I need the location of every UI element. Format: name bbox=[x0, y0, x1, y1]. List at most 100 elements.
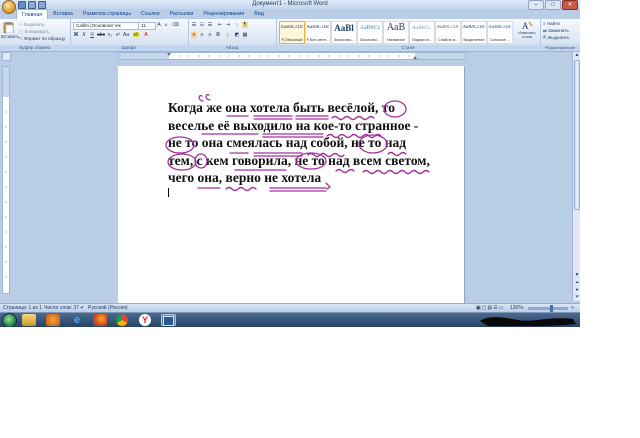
increase-indent-icon[interactable]: ⇥ bbox=[225, 22, 231, 28]
grow-font-icon[interactable]: A bbox=[156, 22, 162, 28]
replace-button[interactable]: ⇄ Заменить bbox=[543, 28, 569, 34]
document-body[interactable]: Когда же она хотела быть весёлой, то вес… bbox=[168, 99, 448, 187]
draft-icon[interactable]: ▭ bbox=[499, 305, 505, 311]
document-page[interactable]: Когда же она хотела быть весёлой, то вес… bbox=[118, 66, 464, 304]
multilevel-list-icon[interactable]: ☰ bbox=[207, 22, 213, 28]
browse-object-icon[interactable]: ● bbox=[573, 287, 580, 294]
style-heading-1[interactable]: AaBl Заголово... bbox=[331, 21, 357, 44]
next-page-icon[interactable]: ⏷ bbox=[573, 294, 580, 301]
find-button[interactable]: ⌕ Найти bbox=[543, 21, 560, 26]
superscript-icon[interactable]: x² bbox=[115, 32, 121, 38]
undo-icon[interactable] bbox=[28, 1, 36, 9]
window-controls: – □ ✕ bbox=[527, 0, 578, 10]
tab-insert[interactable]: Вставка bbox=[48, 9, 78, 19]
minimize-button[interactable]: – bbox=[528, 0, 544, 10]
numbering-icon[interactable]: ☷ bbox=[199, 22, 205, 28]
tab-page-layout[interactable]: Разметка страницы bbox=[78, 9, 136, 19]
strikethrough-icon[interactable]: abc bbox=[97, 32, 105, 38]
style-subtitle[interactable]: AaBbCc. Подзагол... bbox=[409, 21, 435, 44]
cut-button[interactable]: ✂ Вырезать bbox=[19, 22, 45, 28]
style-title[interactable]: AaB Название bbox=[383, 21, 409, 44]
document-line[interactable]: Когда же она хотела быть весёлой, то bbox=[168, 99, 448, 117]
tab-home[interactable]: Главная bbox=[16, 9, 49, 19]
yandex-icon[interactable]: Y bbox=[139, 314, 151, 326]
zoom-slider-knob[interactable] bbox=[550, 305, 553, 312]
highlight-icon[interactable]: ab bbox=[133, 32, 139, 38]
style-emphasis[interactable]: AaBbCcDc Выделение bbox=[461, 21, 487, 44]
chrome-icon[interactable] bbox=[116, 314, 128, 326]
tab-view[interactable]: Вид bbox=[249, 9, 269, 19]
title-bar: Документ1 - Microsoft Word – □ ✕ bbox=[0, 0, 580, 10]
style-name: Сильное ... bbox=[489, 37, 511, 42]
bullets-icon[interactable]: ☰ bbox=[191, 22, 197, 28]
align-center-icon[interactable]: ≡ bbox=[199, 32, 205, 38]
italic-icon[interactable]: К bbox=[81, 32, 87, 38]
style-no-spacing[interactable]: AaBbCcDc ¶ Без инте... bbox=[305, 21, 331, 44]
styles-group-label: Стили bbox=[276, 45, 540, 51]
font-color-icon[interactable]: A bbox=[143, 32, 149, 38]
media-player-icon[interactable] bbox=[46, 314, 60, 326]
font-size-combo[interactable]: 11 bbox=[138, 22, 156, 30]
close-button[interactable]: ✕ bbox=[562, 0, 578, 10]
justify-icon[interactable]: ≣ bbox=[215, 32, 221, 38]
redo-icon[interactable] bbox=[38, 1, 46, 9]
vertical-scrollbar[interactable]: ▲ ▼ ⏶ ● ⏷ bbox=[572, 52, 580, 301]
bold-icon[interactable]: Ж bbox=[73, 32, 79, 38]
zoom-slider[interactable] bbox=[528, 305, 568, 312]
style-subtle-emphasis[interactable]: AaBbCcDc Слабое в... bbox=[435, 21, 461, 44]
scroll-up-icon[interactable]: ▲ bbox=[573, 52, 580, 59]
save-icon[interactable] bbox=[18, 1, 26, 9]
format-painter-button[interactable]: ✎ Формат по образцу bbox=[19, 36, 65, 42]
document-line[interactable]: тем, с кем говорила, не то над всем свет… bbox=[168, 152, 448, 170]
decrease-indent-icon[interactable]: ⇤ bbox=[217, 22, 223, 28]
ribbon-tabs: Главная Вставка Разметка страницы Ссылки… bbox=[16, 9, 269, 19]
font-group-label: Шрифт bbox=[70, 45, 188, 51]
document-line[interactable]: веселье её выходило на кое-то странное - bbox=[168, 117, 448, 135]
style-intense-emphasis[interactable]: AaBbCcDc Сильное ... bbox=[487, 21, 513, 44]
style-name: Название bbox=[387, 37, 405, 42]
sort-icon[interactable]: ↕ bbox=[234, 22, 240, 28]
paste-button[interactable]: Вставить bbox=[1, 21, 19, 41]
subscript-icon[interactable]: x₂ bbox=[107, 32, 113, 38]
scroll-down-icon[interactable]: ▼ bbox=[573, 272, 580, 279]
align-left-icon[interactable]: ≡ bbox=[191, 32, 197, 38]
system-tray[interactable] bbox=[478, 314, 578, 327]
start-button[interactable] bbox=[2, 313, 17, 327]
tab-references[interactable]: Ссылки bbox=[136, 9, 165, 19]
shading-icon[interactable]: ◩ bbox=[234, 32, 240, 38]
font-name-combo[interactable]: Calibri (Основной тек bbox=[73, 22, 139, 30]
copy-button[interactable]: ▢ Копировать bbox=[19, 29, 49, 35]
ie-icon[interactable]: e bbox=[70, 314, 84, 326]
scrollbar-thumb[interactable] bbox=[574, 60, 580, 210]
shrink-font-icon[interactable]: A bbox=[163, 22, 169, 28]
tab-mailings[interactable]: Рассылки bbox=[165, 9, 199, 19]
document-line[interactable]: чего она, верно не хотела bbox=[168, 169, 448, 187]
select-button[interactable]: ⇱ Выделить bbox=[543, 35, 569, 41]
line-spacing-icon[interactable]: ↨ bbox=[225, 32, 231, 38]
explorer-icon[interactable] bbox=[22, 314, 36, 326]
underline-icon[interactable]: Ч bbox=[89, 32, 95, 38]
borders-icon[interactable]: ▦ bbox=[242, 32, 248, 38]
paragraph-group-label: Абзац bbox=[188, 45, 276, 51]
tab-review[interactable]: Рецензирование bbox=[198, 9, 249, 19]
vertical-ruler[interactable] bbox=[2, 66, 10, 294]
style-heading-2[interactable]: AaBbCc Заголово... bbox=[357, 21, 383, 44]
change-case-icon[interactable]: Aa bbox=[123, 32, 129, 38]
style-name: ¶ Без инте... bbox=[306, 37, 330, 42]
style-name: Слабое в... bbox=[437, 37, 459, 42]
show-marks-icon[interactable]: ¶ bbox=[242, 22, 248, 28]
prev-page-icon[interactable]: ⏶ bbox=[573, 280, 580, 287]
maximize-button[interactable]: □ bbox=[545, 0, 561, 10]
horizontal-ruler[interactable] bbox=[118, 52, 466, 60]
style-sample: AaB bbox=[386, 22, 406, 33]
align-right-icon[interactable]: ≡ bbox=[207, 32, 213, 38]
firefox-icon[interactable] bbox=[93, 314, 107, 326]
office-button[interactable] bbox=[2, 0, 16, 14]
ruler-toggle[interactable] bbox=[2, 52, 11, 61]
style-normal[interactable]: AaBbCcDc ¶ Обычный bbox=[279, 21, 305, 44]
word-taskbar-icon[interactable] bbox=[161, 314, 176, 326]
clipboard-group: Вставить ✂ Вырезать ▢ Копировать ✎ Форма… bbox=[0, 19, 71, 51]
document-line[interactable]: не то она смеялась над собой, не то над bbox=[168, 134, 448, 152]
change-styles-button[interactable]: A Изменить стили bbox=[516, 20, 538, 44]
clear-format-icon[interactable]: ⌫ bbox=[172, 22, 179, 28]
